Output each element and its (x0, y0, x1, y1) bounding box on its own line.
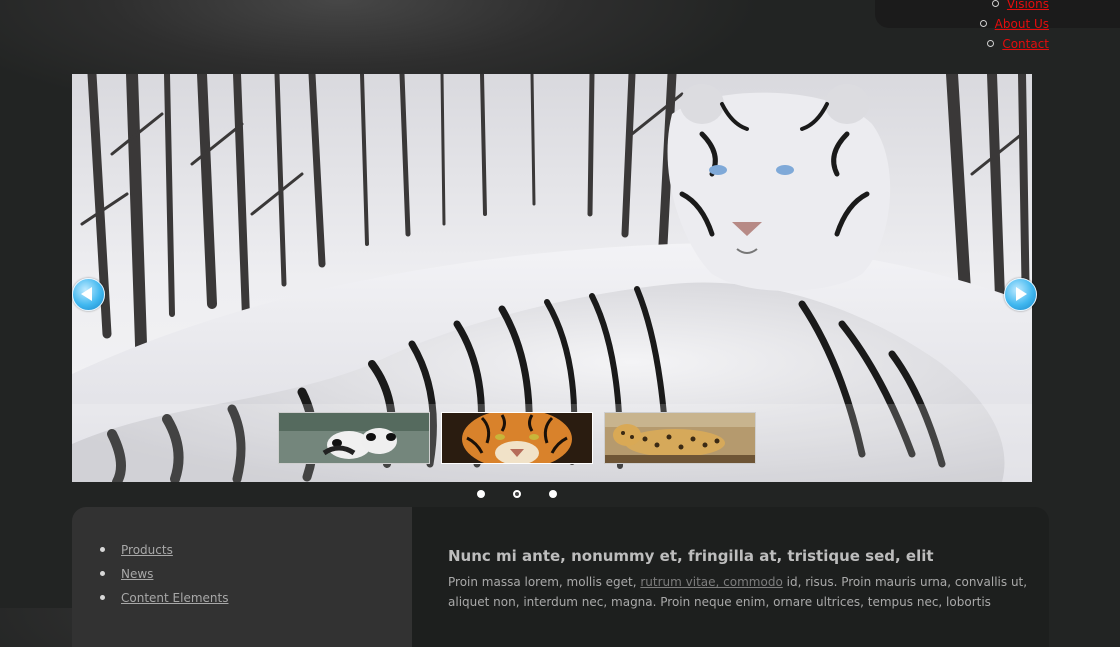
leopard-thumbnail-image (605, 413, 755, 463)
top-navigation: Visions About Us Contact (979, 0, 1049, 54)
sidebar-item-news[interactable]: News (100, 564, 228, 588)
tiger-thumbnail-image (442, 413, 592, 463)
article-inline-link[interactable]: rutrum vitae, commodo (640, 575, 782, 589)
slider-dot-1[interactable] (477, 490, 485, 498)
slider-dot-2-active[interactable] (513, 490, 521, 498)
sidebar-item-products[interactable]: Products (100, 540, 228, 564)
slider-thumbnail-tiger[interactable] (441, 412, 593, 464)
sidebar-menu: Products News Content Elements (100, 540, 228, 612)
sidebar: Products News Content Elements (72, 507, 412, 647)
sidebar-link-products[interactable]: Products (121, 543, 173, 557)
arrow-right-icon (1016, 287, 1027, 301)
arrow-left-icon (81, 287, 92, 301)
bullet-icon (100, 547, 105, 552)
nav-link-visions[interactable]: Visions (1007, 0, 1049, 11)
image-slider (72, 74, 1032, 482)
bullet-icon (100, 571, 105, 576)
article-paragraph: Proin massa lorem, mollis eget, rutrum v… (448, 572, 1028, 612)
nav-item-about-us[interactable]: About Us (979, 14, 1049, 34)
article-heading: Nunc mi ante, nonummy et, fringilla at, … (448, 547, 934, 565)
sidebar-link-news[interactable]: News (121, 567, 153, 581)
slider-next-button[interactable] (1004, 278, 1037, 311)
nav-item-contact[interactable]: Contact (980, 34, 1049, 54)
nav-link-contact[interactable]: Contact (1002, 37, 1049, 51)
main-article: Nunc mi ante, nonummy et, fringilla at, … (448, 545, 1028, 612)
slider-dot-3[interactable] (549, 490, 557, 498)
nav-item-visions[interactable]: Visions (980, 0, 1049, 14)
nav-bullet-icon (979, 20, 987, 27)
panda-thumbnail-image (279, 413, 429, 463)
nav-bullet-icon (987, 40, 995, 47)
slider-thumbnail-panda[interactable] (278, 412, 430, 464)
slider-thumbnail-leopard[interactable] (604, 412, 756, 464)
content-area: Products News Content Elements Nunc mi a… (72, 507, 1049, 647)
nav-bullet-icon (991, 0, 999, 7)
sidebar-link-content-elements[interactable]: Content Elements (121, 591, 228, 605)
bullet-icon (100, 595, 105, 600)
sidebar-item-content-elements[interactable]: Content Elements (100, 588, 228, 612)
article-text-start: Proin massa lorem, mollis eget, (448, 575, 641, 589)
nav-link-about-us[interactable]: About Us (995, 17, 1049, 31)
slider-prev-button[interactable] (72, 278, 105, 311)
